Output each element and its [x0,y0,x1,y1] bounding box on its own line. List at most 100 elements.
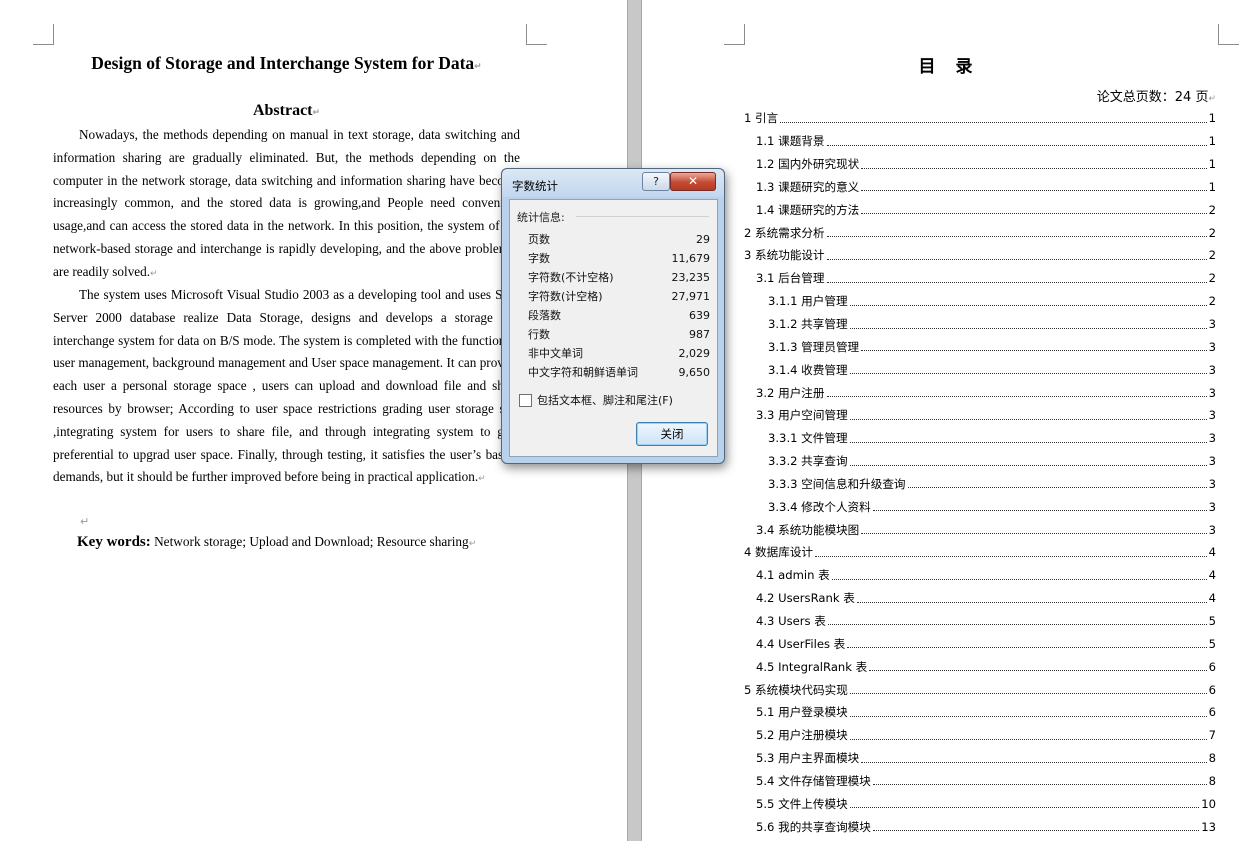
toc-entry[interactable]: 1.4 课题研究的方法 2 [744,198,1216,221]
toc-entry[interactable]: 5 系统模块代码实现 6 [744,678,1216,701]
toc-entry[interactable]: 4.4 UserFiles 表 5 [744,632,1216,655]
crop-mark [33,24,54,45]
toc-entry-title: 4.2 UsersRank 表 [756,591,855,606]
toc-entry[interactable]: 1.2 国内外研究现状 1 [744,153,1216,176]
toc-page-number: 1 [1208,111,1216,126]
toc-entry[interactable]: 1.1 课题背景 1 [744,130,1216,153]
toc-page-number: 3 [1208,339,1216,354]
toc-page-number: 8 [1208,751,1216,766]
toc-entry[interactable]: 4.1 admin 表 4 [744,564,1216,587]
toc-entry[interactable]: 3.3.3 空间信息和升级查询 3 [744,473,1216,496]
toc-entry[interactable]: 5.2 用户注册模块 7 [744,724,1216,747]
include-textbox-footnotes-checkbox[interactable]: 包括文本框、脚注和尾注(F) [519,392,673,408]
stat-label: 字符数(不计空格) [528,271,614,284]
toc-entry-title: 1.1 课题背景 [756,134,825,149]
toc-entry[interactable]: 1.3 课题研究的意义 1 [744,176,1216,199]
toc-page-number: 3 [1208,317,1216,332]
toc-entry-title: 3.2 用户注册 [756,385,825,400]
toc-page-number: 3 [1208,522,1216,537]
toc-dot-leader [849,715,1207,717]
toc-entry-title: 3.1.4 收费管理 [768,362,848,377]
toc-page-number: 3 [1208,385,1216,400]
toc-entry-title: 5 系统模块代码实现 [744,682,848,697]
close-x-button[interactable]: ✕ [670,172,716,191]
toc-dot-leader [849,464,1207,466]
toc-dot-leader [847,647,1207,649]
toc-dot-leader [826,258,1207,260]
toc-entry[interactable]: 2 系统需求分析 2 [744,221,1216,244]
toc-dot-leader [861,533,1207,535]
toc-entry[interactable]: 4.3 Users 表 5 [744,610,1216,633]
toc-entry[interactable]: 4.5 IntegralRank 表 6 [744,655,1216,678]
toc-dot-leader [907,487,1207,489]
toc-page-number: 6 [1208,659,1216,674]
toc-dot-leader [849,441,1207,443]
toc-page-number: 3 [1208,499,1216,514]
close-button[interactable]: 关闭 [636,422,708,446]
toc-entry[interactable]: 3.3.4 修改个人资料 3 [744,495,1216,518]
word-count-dialog[interactable]: 字数统计 ? ✕ 统计信息: 页数 29 字数 11,679 字符数(不计空格) 23,2… [501,168,725,464]
toc-entry[interactable]: 3.3 用户空间管理 3 [744,404,1216,427]
statistics-group-label: 统计信息: [517,211,565,224]
toc-entry-title: 4.1 admin 表 [756,568,830,583]
stat-row: 字数 11,679 [528,249,710,268]
toc-dot-leader [861,190,1207,192]
toc-page-number: 4 [1208,591,1216,606]
toc-page-number: 6 [1208,705,1216,720]
toc-entry[interactable]: 5.3 用户主界面模块 8 [744,747,1216,770]
toc-entry[interactable]: 3 系统功能设计 2 [744,244,1216,267]
toc-entry[interactable]: 3.1.3 管理员管理 3 [744,335,1216,358]
toc-dot-leader [861,213,1207,215]
toc-dot-leader [826,236,1207,238]
toc-entry[interactable]: 5.4 文件存储管理模块 8 [744,769,1216,792]
stat-value: 9,650 [678,366,711,379]
abstract-paragraph-2: The system uses Microsoft Visual Studio … [53,287,520,485]
toc-entry[interactable]: 3.1.1 用户管理 2 [744,290,1216,313]
toc-page-number: 4 [1208,568,1216,583]
stat-label: 中文字符和朝鲜语单词 [528,366,638,379]
toc-page-number: 2 [1208,271,1216,286]
crop-mark [724,24,745,45]
toc-entry-title: 4.5 IntegralRank 表 [756,659,868,674]
toc-entry-title: 1.2 国内外研究现状 [756,157,860,172]
toc-page-number: 13 [1201,819,1216,834]
stat-row: 行数 987 [528,325,710,344]
toc-entry[interactable]: 5.6 我的共享查询模块 13 [744,815,1216,838]
group-divider [576,216,709,217]
stat-row: 字符数(计空格) 27,971 [528,287,710,306]
checkbox-box[interactable] [519,393,532,407]
toc-entry[interactable]: 3.1 后台管理 2 [744,267,1216,290]
statistics-list: 页数 29 字数 11,679 字符数(不计空格) 23,235 字符数(计空格) 27,97… [528,230,710,382]
dialog-title: 字数统计 [512,179,558,193]
toc-entry[interactable]: 3.2 用户注册 3 [744,381,1216,404]
toc-dot-leader [849,327,1207,329]
toc-entry[interactable]: 3.3.1 文件管理 3 [744,427,1216,450]
toc-dot-leader [849,373,1207,375]
toc-entry[interactable]: 3.3.2 共享查询 3 [744,450,1216,473]
stat-value: 27,971 [671,290,711,303]
toc-entry-title: 5.6 我的共享查询模块 [756,819,871,834]
document-page-right[interactable]: 目录 论文总页数：24 页↵ 1 引言 1 1.1 课题背景 1 1.2 国内外研究现状… [642,0,1249,841]
stat-value: 639 [689,309,710,322]
toc-entry[interactable]: 4 数据库设计 4 [744,541,1216,564]
toc-entry[interactable]: 3.4 系统功能模块图 3 [744,518,1216,541]
stat-label: 行数 [528,328,550,341]
toc-entry-title: 3.1.2 共享管理 [768,317,848,332]
toc-dot-leader [872,830,1200,832]
toc-entry[interactable]: 3.1.4 收费管理 3 [744,358,1216,381]
dialog-titlebar[interactable]: 字数统计 ? ✕ [502,169,724,197]
toc-entry[interactable]: 5.5 文件上传模块 10 [744,792,1216,815]
toc-entry[interactable]: 3.1.2 共享管理 3 [744,313,1216,336]
toc-dot-leader [861,167,1207,169]
help-button[interactable]: ? [642,172,670,191]
toc-entry[interactable]: 1 引言 1 [744,107,1216,130]
toc-entry-title: 3.3 用户空间管理 [756,408,848,423]
toc-entry[interactable]: 4.2 UsersRank 表 4 [744,587,1216,610]
toc-page-number: 3 [1208,408,1216,423]
toc-entry[interactable]: 5.1 用户登录模块 6 [744,701,1216,724]
toc-entry-title: 3.3.1 文件管理 [768,431,848,446]
toc-dot-leader [780,121,1207,123]
stat-row: 页数 29 [528,230,710,249]
toc-entry-title: 5.5 文件上传模块 [756,796,848,811]
toc-page-number: 3 [1208,431,1216,446]
